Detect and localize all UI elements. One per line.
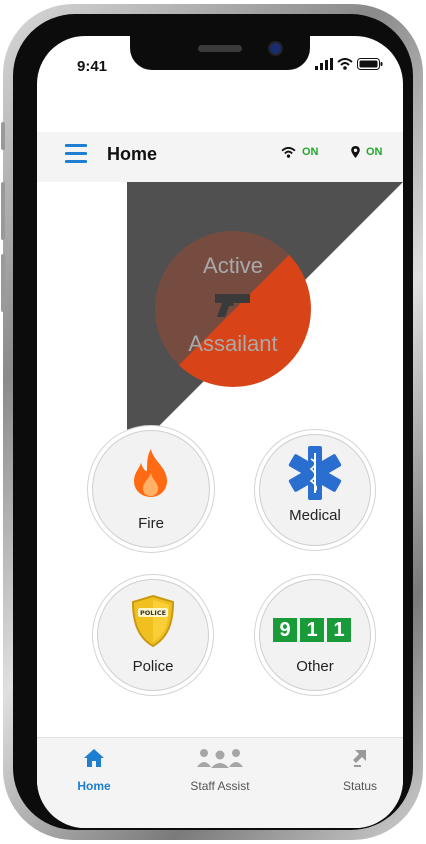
wifi-status-icon	[337, 58, 353, 70]
police-badge-icon: POLICE	[131, 594, 175, 648]
speaker	[198, 45, 242, 52]
tab-home[interactable]: Home	[39, 748, 149, 793]
flame-icon	[134, 449, 167, 497]
911-digit: 1	[300, 618, 324, 642]
volume-up-button	[1, 182, 5, 240]
tab-status[interactable]: Status	[305, 748, 403, 793]
home-icon	[84, 749, 104, 767]
page-title: Home	[107, 144, 158, 164]
other-label: Other	[296, 658, 334, 675]
front-camera	[270, 43, 281, 54]
location-status-text: ON	[366, 146, 383, 158]
active-assailant-label-line1: Active	[203, 253, 263, 278]
pistol-icon	[215, 294, 250, 317]
medical-label: Medical	[289, 507, 341, 524]
phone-frame: 9:41 Home ON ON Active Assailant Fire Me…	[1, 4, 423, 840]
bottom-tab-bar: Home Staff Assist Status	[37, 737, 403, 828]
active-assailant-label-line2: Assailant	[188, 331, 278, 356]
wifi-icon	[281, 146, 296, 158]
location-indicator: ON	[351, 146, 383, 158]
status-icons	[315, 58, 383, 70]
police-label: Police	[132, 658, 174, 675]
signal-icon	[315, 58, 333, 70]
mute-switch	[1, 122, 5, 150]
911-digit: 1	[327, 618, 351, 642]
hamburger-menu-icon[interactable]	[65, 144, 87, 163]
battery-icon	[357, 58, 383, 70]
location-pin-icon	[351, 146, 360, 158]
app-header: Home ON ON	[37, 132, 403, 183]
tab-home-label: Home	[77, 779, 111, 793]
status-time: 9:41	[77, 58, 108, 75]
star-of-life-icon	[288, 446, 342, 500]
emergency-panel: Active Assailant Fire Medical POLICE Pol…	[37, 182, 403, 737]
911-icon: 9 1 1	[273, 618, 351, 642]
notch	[130, 36, 310, 70]
svg-text:POLICE: POLICE	[140, 609, 166, 617]
staff-group-icon	[197, 749, 243, 768]
status-arrows-icon	[353, 750, 366, 767]
tab-staff-assist[interactable]: Staff Assist	[165, 748, 275, 793]
volume-down-button	[1, 254, 5, 312]
wifi-indicator: ON	[281, 146, 319, 158]
other-button[interactable]: 9 1 1 Other	[259, 579, 371, 691]
phone-bezel: 9:41 Home ON ON Active Assailant Fire Me…	[13, 14, 413, 830]
wifi-status-text: ON	[302, 146, 319, 158]
medical-button[interactable]: Medical	[259, 434, 371, 546]
911-digit: 9	[273, 618, 297, 642]
tab-status-label: Status	[342, 779, 378, 793]
fire-button[interactable]: Fire	[92, 430, 210, 548]
police-button[interactable]: POLICE Police	[97, 579, 209, 691]
tab-staff-assist-label: Staff Assist	[190, 779, 250, 793]
fire-label: Fire	[138, 515, 164, 532]
active-assailant-button[interactable]: Active Assailant	[155, 231, 311, 387]
phone-screen: 9:41 Home ON ON Active Assailant Fire Me…	[37, 36, 403, 828]
